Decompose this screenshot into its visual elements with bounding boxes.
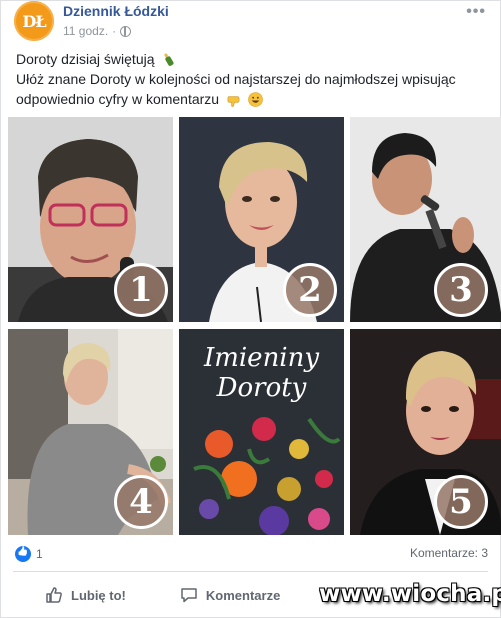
- number-badge-2: 2: [283, 263, 337, 317]
- more-options-icon[interactable]: •••: [466, 3, 486, 21]
- photo-tile-2[interactable]: 2: [179, 117, 344, 322]
- reactions-summary[interactable]: 1: [15, 546, 43, 562]
- post-line-1: Doroty dzisiaj świętują: [16, 51, 155, 67]
- center-title-tile[interactable]: Imieniny Doroty: [179, 329, 344, 535]
- grinning-face-icon: [248, 92, 263, 107]
- page-name-link[interactable]: Dziennik Łódzki: [63, 3, 169, 19]
- globe-icon: [120, 25, 132, 37]
- comment-button[interactable]: Komentarze: [126, 573, 280, 617]
- page-avatar[interactable]: DŁ: [14, 1, 54, 41]
- site-watermark: www.wiocha.pl: [319, 581, 501, 607]
- like-button-label: Lubię to!: [71, 587, 126, 603]
- number-badge-3: 3: [434, 263, 488, 317]
- photo-tile-4[interactable]: 4: [8, 329, 173, 535]
- comment-button-label: Komentarze: [205, 587, 281, 603]
- post-meta: 11 godz. ·: [63, 24, 132, 38]
- number-badge-1: 1: [114, 263, 168, 317]
- post-card: DŁ Dziennik Łódzki 11 godz. · ••• Doroty…: [0, 0, 501, 618]
- like-count: 1: [36, 547, 43, 561]
- center-title-line-1: Imieniny: [203, 343, 320, 373]
- photo-tile-1[interactable]: 1: [8, 117, 173, 322]
- avatar-logo-text: DŁ: [22, 11, 46, 31]
- comment-bubble-icon: [181, 588, 197, 603]
- like-reaction-icon: [15, 546, 31, 562]
- thumbs-up-icon: [46, 587, 62, 603]
- comments-count-link[interactable]: Komentarze: 3: [410, 546, 488, 560]
- post-text: Doroty dzisiaj świętują Ułóż znane Dorot…: [16, 49, 496, 109]
- post-line-2: Ułóż znane Doroty w kolejności od najsta…: [16, 71, 456, 87]
- photo-collage[interactable]: 1 2 3 4 Imieniny Doroty 5: [8, 117, 501, 535]
- number-badge-4: 4: [114, 475, 168, 529]
- champagne-bottle-icon: [164, 53, 174, 66]
- footer-divider: [13, 571, 488, 572]
- photo-tile-3[interactable]: 3: [350, 117, 501, 322]
- photo-tile-5[interactable]: 5: [350, 329, 501, 535]
- post-timestamp[interactable]: 11 godz.: [63, 24, 108, 38]
- like-button[interactable]: Lubię to!: [1, 573, 126, 617]
- pointing-down-hand-icon: [227, 96, 240, 107]
- center-title-line-2: Doroty: [216, 373, 307, 403]
- number-badge-5: 5: [434, 475, 488, 529]
- post-line-3: odpowiednio cyfry w komentarzu: [16, 91, 220, 107]
- meta-separator: ·: [112, 24, 117, 38]
